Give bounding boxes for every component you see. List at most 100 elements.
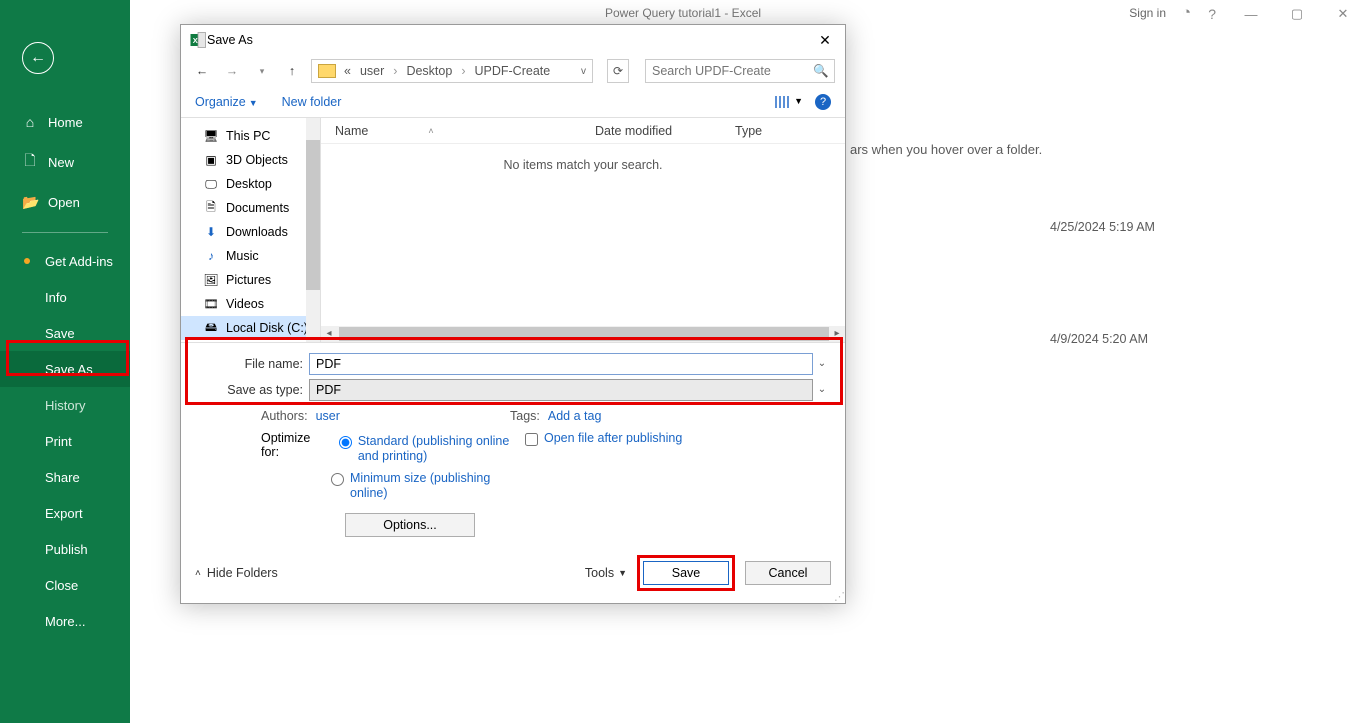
sidebar-item-history[interactable]: History	[0, 387, 130, 423]
sidebar-item-publish[interactable]: Publish	[0, 531, 130, 567]
highlight-save: Save	[637, 555, 735, 591]
sidebar-label: Publish	[45, 542, 88, 557]
tree-item-documents[interactable]: 🗎Documents	[181, 196, 320, 220]
tree-item-pictures[interactable]: 🖼Pictures	[181, 268, 320, 292]
dialog-title: Save As	[207, 33, 253, 47]
cancel-button[interactable]: Cancel	[745, 561, 831, 585]
organize-menu[interactable]: Organize▼	[195, 95, 258, 109]
save-button[interactable]: Save	[643, 561, 729, 585]
tags-value[interactable]: Add a tag	[548, 409, 602, 423]
sidebar-label: History	[45, 398, 85, 413]
disk-icon: 🖴	[203, 321, 219, 335]
bg-date-2: 4/9/2024 5:20 AM	[1050, 332, 1148, 346]
folder-tree: 🖥This PC ▣3D Objects 🖵Desktop 🗎Documents…	[181, 118, 321, 342]
filename-dropdown-icon[interactable]: ⌄	[813, 358, 831, 369]
column-name[interactable]: Name˄	[321, 124, 581, 138]
tree-item-localdisk[interactable]: 🖴Local Disk (C:)	[181, 316, 320, 340]
address-bar[interactable]: « user› Desktop› UPDF-Create v	[311, 59, 593, 83]
documents-icon: 🗎	[203, 201, 219, 215]
tools-menu[interactable]: Tools ▼	[585, 566, 627, 580]
view-options-button[interactable]: ▼	[775, 96, 803, 108]
app-title: Power Query tutorial1 - Excel	[605, 6, 761, 20]
sidebar-item-open[interactable]: 📂Open	[0, 182, 130, 222]
filename-input[interactable]	[309, 353, 813, 375]
sidebar-label: Print	[45, 434, 72, 449]
nav-up-button[interactable]: ↑	[281, 64, 303, 78]
close-window-button[interactable]: ✕	[1320, 0, 1366, 28]
optimize-standard-radio[interactable]: Standard (publishing online and printing…	[339, 434, 525, 465]
savetype-dropdown[interactable]: PDF	[309, 379, 813, 401]
sidebar-label: Open	[48, 195, 80, 210]
tree-item-3dobjects[interactable]: ▣3D Objects	[181, 148, 320, 172]
account-icon[interactable]: ◔	[1182, 4, 1191, 21]
tree-item-desktop[interactable]: 🖵Desktop	[181, 172, 320, 196]
sort-indicator-icon: ˄	[428, 126, 433, 136]
pictures-icon: 🖼	[203, 273, 219, 287]
nav-recent-caret[interactable]: ▾	[251, 66, 273, 77]
new-folder-button[interactable]: New folder	[282, 95, 342, 109]
chevron-up-icon: ˄	[195, 568, 201, 579]
addins-dot-icon	[24, 258, 30, 264]
sidebar-item-share[interactable]: Share	[0, 459, 130, 495]
sidebar-item-info[interactable]: Info	[0, 279, 130, 315]
optimize-minimum-radio[interactable]: Minimum size (publishing online)	[331, 471, 525, 502]
svg-text:X: X	[193, 36, 198, 45]
sidebar-label: Share	[45, 470, 80, 485]
back-button[interactable]: ←	[22, 42, 54, 74]
search-input[interactable]	[652, 64, 813, 78]
restore-button[interactable]: ▢	[1274, 0, 1320, 28]
excel-icon: X	[189, 31, 207, 49]
help-icon[interactable]: ?	[1208, 6, 1216, 22]
bg-hover-hint: ars when you hover over a folder.	[850, 142, 1042, 157]
tags-label: Tags:	[510, 409, 540, 423]
dialog-help-button[interactable]: ?	[815, 94, 831, 110]
tree-item-music[interactable]: ♪Music	[181, 244, 320, 268]
search-box[interactable]: 🔍	[645, 59, 835, 83]
videos-icon: 🎞	[203, 297, 219, 311]
savetype-label: Save as type:	[195, 383, 303, 397]
resize-grip[interactable]: ⋰	[834, 593, 843, 601]
nav-back-button[interactable]: ←	[191, 64, 213, 78]
sidebar-item-getaddins[interactable]: Get Add-ins	[0, 243, 130, 279]
sidebar-label: Get Add-ins	[45, 254, 113, 269]
tree-item-thispc[interactable]: 🖥This PC	[181, 124, 320, 148]
desktop-icon: 🖵	[203, 177, 219, 191]
tree-item-videos[interactable]: 🎞Videos	[181, 292, 320, 316]
highlight-saveas	[6, 340, 129, 376]
sidebar-item-close[interactable]: Close	[0, 567, 130, 603]
minimize-button[interactable]: —	[1228, 0, 1274, 28]
sidebar-item-home[interactable]: ⌂Home	[0, 102, 130, 142]
sidebar-item-print[interactable]: Print	[0, 423, 130, 459]
sidebar-label: Info	[45, 290, 67, 305]
sidebar-item-export[interactable]: Export	[0, 495, 130, 531]
crumb-updf[interactable]: UPDF-Create	[474, 64, 550, 78]
sidebar-item-new[interactable]: 🗋New	[0, 142, 130, 182]
options-button[interactable]: Options...	[345, 513, 475, 537]
tree-scrollbar-thumb[interactable]	[306, 140, 320, 290]
sidebar-label: Export	[45, 506, 83, 521]
crumb-desktop[interactable]: Desktop	[406, 64, 452, 78]
dialog-close-button[interactable]: ✕	[813, 28, 837, 52]
crumb-prefix: «	[344, 64, 351, 78]
sign-in-link[interactable]: Sign in	[1129, 6, 1166, 20]
sidebar-item-more[interactable]: More...	[0, 603, 130, 639]
column-date[interactable]: Date modified	[581, 124, 721, 138]
open-after-checkbox[interactable]: Open file after publishing	[525, 431, 682, 447]
crumb-user[interactable]: user	[360, 64, 384, 78]
refresh-button[interactable]: ⟳	[607, 59, 629, 83]
sidebar-label: More...	[45, 614, 85, 629]
optimize-label: Optimize for:	[261, 431, 331, 459]
savetype-dropdown-icon[interactable]: ⌄	[813, 384, 831, 395]
file-pane-hscroll[interactable]: ◂▸	[321, 326, 845, 342]
address-dropdown-icon[interactable]: v	[581, 66, 586, 77]
save-as-dialog: X Save As ✕ ← → ▾ ↑ « user› Desktop› UPD…	[180, 24, 846, 604]
authors-value[interactable]: user	[316, 409, 340, 423]
pc-icon: 🖥	[203, 129, 219, 143]
hide-folders-toggle[interactable]: ˄Hide Folders	[195, 566, 278, 580]
folder-icon	[318, 64, 336, 78]
tree-item-downloads[interactable]: ⬇Downloads	[181, 220, 320, 244]
sidebar-label: Save	[45, 326, 75, 341]
search-icon[interactable]: 🔍	[813, 64, 829, 79]
column-type[interactable]: Type	[721, 124, 845, 138]
nav-forward-button[interactable]: →	[221, 64, 243, 78]
